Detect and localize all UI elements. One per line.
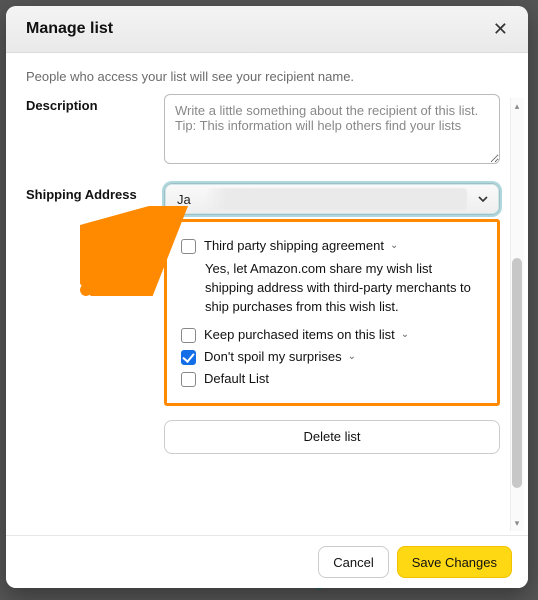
third-party-checkbox-row[interactable]: Third party shipping agreement ⌄ bbox=[181, 238, 483, 254]
scroll-down-icon[interactable]: ▾ bbox=[510, 515, 524, 531]
third-party-label: Third party shipping agreement bbox=[204, 238, 384, 253]
keep-purchased-checkbox-row[interactable]: Keep purchased items on this list ⌄ bbox=[181, 327, 483, 343]
redacted-region bbox=[205, 188, 467, 210]
privacy-note: People who access your list will see you… bbox=[6, 53, 528, 94]
shipping-row: Shipping Address Ja Third party bbox=[26, 183, 500, 454]
modal-title: Manage list bbox=[26, 20, 113, 38]
checkbox-icon bbox=[181, 350, 196, 365]
shipping-address-value: Ja bbox=[177, 192, 191, 207]
save-changes-button[interactable]: Save Changes bbox=[397, 546, 512, 578]
checkbox-icon bbox=[181, 239, 196, 254]
checkbox-icon bbox=[181, 372, 196, 387]
close-icon[interactable]: ✕ bbox=[493, 20, 508, 38]
manage-list-modal: Manage list ✕ People who access your lis… bbox=[6, 6, 528, 588]
description-row: Description bbox=[26, 94, 500, 169]
default-list-label: Default List bbox=[204, 371, 269, 386]
scrollbar-thumb[interactable] bbox=[512, 258, 522, 488]
checkbox-icon bbox=[181, 328, 196, 343]
scroll-up-icon[interactable]: ▴ bbox=[510, 98, 524, 114]
scrollbar[interactable]: ▴ ▾ bbox=[510, 98, 524, 531]
cancel-button[interactable]: Cancel bbox=[318, 546, 388, 578]
modal-footer: Cancel Save Changes bbox=[6, 535, 528, 588]
description-label: Description bbox=[26, 94, 146, 169]
surprises-checkbox-row[interactable]: Don't spoil my surprises ⌄ bbox=[181, 349, 483, 365]
chevron-down-icon[interactable]: ⌄ bbox=[390, 240, 398, 251]
description-input[interactable] bbox=[164, 94, 500, 164]
default-list-checkbox-row[interactable]: Default List bbox=[181, 371, 483, 387]
surprises-label: Don't spoil my surprises bbox=[204, 349, 342, 364]
chevron-down-icon bbox=[477, 193, 489, 205]
shipping-address-label: Shipping Address bbox=[26, 183, 146, 454]
modal-body: Description Shipping Address Ja bbox=[6, 94, 528, 535]
third-party-description: Yes, let Amazon.com share my wish list s… bbox=[205, 260, 483, 317]
chevron-down-icon[interactable]: ⌄ bbox=[348, 351, 356, 362]
shipping-address-select[interactable]: Ja bbox=[164, 183, 500, 215]
shipping-options-group: Third party shipping agreement ⌄ Yes, le… bbox=[164, 219, 500, 406]
keep-purchased-label: Keep purchased items on this list bbox=[204, 327, 395, 342]
delete-list-button[interactable]: Delete list bbox=[164, 420, 500, 454]
chevron-down-icon[interactable]: ⌄ bbox=[401, 329, 409, 340]
modal-header: Manage list ✕ bbox=[6, 6, 528, 53]
